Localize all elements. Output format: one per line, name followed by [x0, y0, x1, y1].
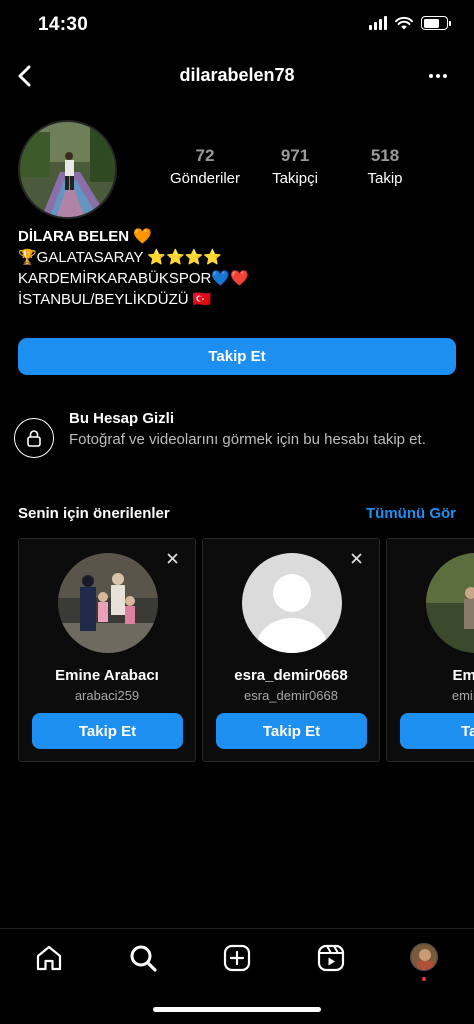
stat-followers-label: Takipçi — [272, 170, 318, 187]
nav-search-button[interactable] — [128, 943, 158, 973]
status-icons — [369, 16, 451, 30]
stat-followers-count: 971 — [280, 146, 310, 165]
home-icon — [36, 945, 62, 971]
suggestion-follow-button[interactable]: Taki — [400, 713, 474, 749]
more-options-button[interactable] — [426, 64, 450, 88]
notification-dot — [422, 977, 426, 981]
profile-bio: DİLARA BELEN 🧡 🏆GALATASARAY ⭐⭐⭐⭐ KARDEMİ… — [18, 226, 249, 310]
suggestion-follow-button[interactable]: Takip Et — [32, 713, 183, 749]
private-description: Fotoğraf ve videolarını görmek için bu h… — [69, 431, 426, 448]
bio-line: 🏆GALATASARAY ⭐⭐⭐⭐ — [18, 249, 222, 266]
stat-following-label: Takip — [367, 170, 403, 187]
battery-icon — [421, 16, 451, 30]
reels-icon — [317, 944, 345, 972]
suggestion-card[interactable]: Emine eminetu Taki — [386, 538, 474, 762]
close-icon — [350, 552, 362, 564]
see-all-link[interactable]: Tümünü Gör — [366, 505, 456, 522]
profile-username: dilarabelen78 — [179, 65, 295, 85]
stat-followers[interactable]: 971 Takipçi — [250, 146, 340, 187]
stat-posts-count: 72 — [195, 146, 215, 165]
suggestion-card[interactable]: esra_demir0668 esra_demir0668 Takip Et — [202, 538, 380, 762]
stat-posts[interactable]: 72 Gönderiler — [160, 146, 250, 187]
status-bar: 14:30 — [0, 0, 474, 52]
close-icon — [166, 552, 178, 564]
suggestions-title: Senin için önerilenler — [18, 505, 170, 522]
follow-button[interactable]: Takip Et — [18, 338, 456, 375]
stat-following[interactable]: 518 Takip — [340, 146, 430, 187]
suggestion-follow-button[interactable]: Takip Et — [216, 713, 367, 749]
stat-posts-label: Gönderiler — [169, 170, 241, 187]
dismiss-suggestion-button[interactable] — [163, 549, 181, 567]
nav-home-button[interactable] — [34, 943, 64, 973]
suggestions-header: Senin için önerilenler Tümünü Gör — [18, 505, 456, 522]
suggestion-username: arabaci259 — [74, 688, 140, 703]
status-time: 14:30 — [38, 14, 89, 35]
profile-display-name: DİLARA BELEN 🧡 — [18, 228, 152, 245]
more-dots-icon — [429, 74, 433, 78]
home-indicator — [153, 1007, 321, 1012]
suggestion-avatar[interactable] — [58, 553, 158, 653]
lock-icon — [14, 418, 54, 458]
suggestion-username: esra_demir0668 — [244, 688, 338, 703]
default-avatar-icon[interactable] — [242, 553, 342, 653]
create-icon — [223, 944, 251, 972]
bio-line: İSTANBUL/BEYLİKDÜZÜ 🇹🇷 — [18, 291, 212, 308]
suggestion-name: Emine Arabacı — [55, 667, 159, 684]
private-title: Bu Hesap Gizli — [69, 410, 175, 427]
suggestion-username: eminetu — [451, 688, 474, 703]
wifi-icon — [395, 16, 413, 30]
search-icon — [130, 945, 157, 972]
profile-avatar[interactable] — [18, 120, 117, 219]
profile-stats: 72 Gönderiler 971 Takipçi 518 Takip — [160, 146, 430, 187]
profile-photo — [20, 122, 115, 217]
suggestion-avatar[interactable] — [426, 553, 474, 653]
stat-following-count: 518 — [370, 146, 400, 165]
nav-create-button[interactable] — [222, 943, 252, 973]
suggestion-name: esra_demir0668 — [234, 667, 348, 684]
nav-reels-button[interactable] — [316, 943, 346, 973]
profile-header: dilarabelen78 — [0, 54, 474, 98]
dismiss-suggestion-button[interactable] — [347, 549, 365, 567]
nav-profile-avatar[interactable] — [410, 943, 438, 971]
cellular-signal-icon — [369, 16, 387, 30]
bio-line: KARDEMİRKARABÜKSPOR💙❤️ — [18, 270, 249, 287]
suggestion-name: Emine — [452, 667, 474, 684]
suggestion-card[interactable]: Emine Arabacı arabaci259 Takip Et — [18, 538, 196, 762]
suggestions-carousel[interactable]: Emine Arabacı arabaci259 Takip Et esra_d… — [18, 538, 474, 762]
